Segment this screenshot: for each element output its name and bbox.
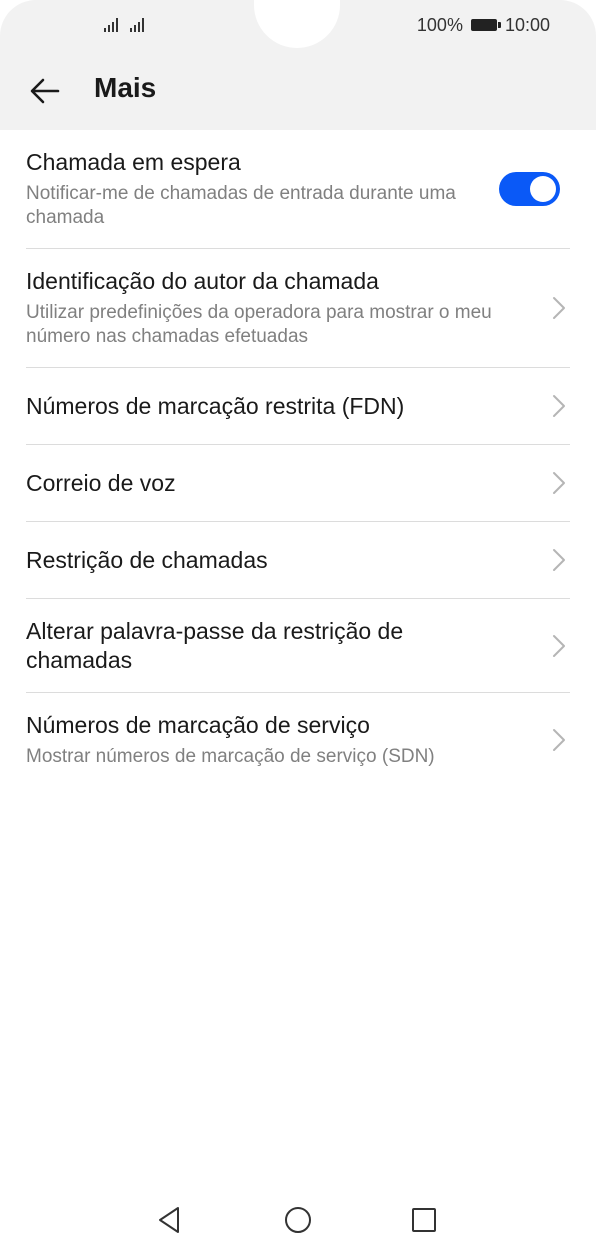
top-bar: 100% 10:00 Mais (0, 0, 596, 130)
item-subtitle: Mostrar números de marcação de serviço (… (26, 746, 435, 767)
settings-item-service-dialing[interactable]: Números de marcação de serviço Mostrar n… (26, 693, 570, 787)
item-subtitle: Utilizar predefinições da operadora para… (26, 302, 492, 347)
clock: 10:00 (504, 14, 550, 35)
settings-item-call-barring[interactable]: Restrição de chamadas (26, 522, 570, 599)
chevron-right-icon (553, 297, 565, 319)
call-waiting-toggle[interactable] (499, 172, 560, 206)
chevron-right-icon (553, 549, 565, 571)
signal-indicators (104, 14, 144, 32)
toggle-knob (530, 176, 556, 202)
item-subtitle: Notificar-me de chamadas de entrada dura… (26, 183, 456, 228)
item-title: Números de marcação de serviço (26, 712, 370, 738)
item-title: Restrição de chamadas (26, 546, 268, 573)
item-title: Chamada em espera (26, 149, 241, 175)
battery-percent: 100% (416, 14, 463, 35)
item-title: Alterar palavra-passe da restrição de ch… (26, 617, 404, 673)
system-nav-bar (0, 1196, 596, 1252)
back-arrow-icon[interactable] (28, 74, 62, 108)
back-triangle-icon[interactable] (154, 1204, 186, 1236)
settings-item-call-waiting[interactable]: Chamada em espera Notificar-me de chamad… (26, 130, 570, 249)
camera-notch (254, 0, 340, 48)
chevron-right-icon (553, 729, 565, 751)
item-title: Números de marcação restrita (FDN) (26, 392, 405, 419)
settings-item-barring-password[interactable]: Alterar palavra-passe da restrição de ch… (26, 599, 570, 693)
item-title: Identificação do autor da chamada (26, 268, 379, 294)
recents-square-icon[interactable] (408, 1204, 440, 1236)
status-right: 100% 10:00 (417, 14, 550, 36)
chevron-right-icon (553, 634, 565, 657)
battery-icon (470, 19, 501, 31)
settings-item-fdn[interactable]: Números de marcação restrita (FDN) (26, 368, 570, 445)
signal-icon (130, 14, 144, 32)
home-circle-icon[interactable] (282, 1204, 314, 1236)
settings-list: Chamada em espera Notificar-me de chamad… (26, 130, 570, 787)
signal-icon (104, 14, 118, 32)
chevron-right-icon (553, 472, 565, 494)
page-title: Mais (94, 72, 157, 103)
settings-item-voicemail[interactable]: Correio de voz (26, 445, 570, 522)
item-title: Correio de voz (26, 469, 176, 496)
settings-item-caller-id[interactable]: Identificação do autor da chamada Utiliz… (26, 249, 570, 368)
chevron-right-icon (553, 395, 565, 417)
